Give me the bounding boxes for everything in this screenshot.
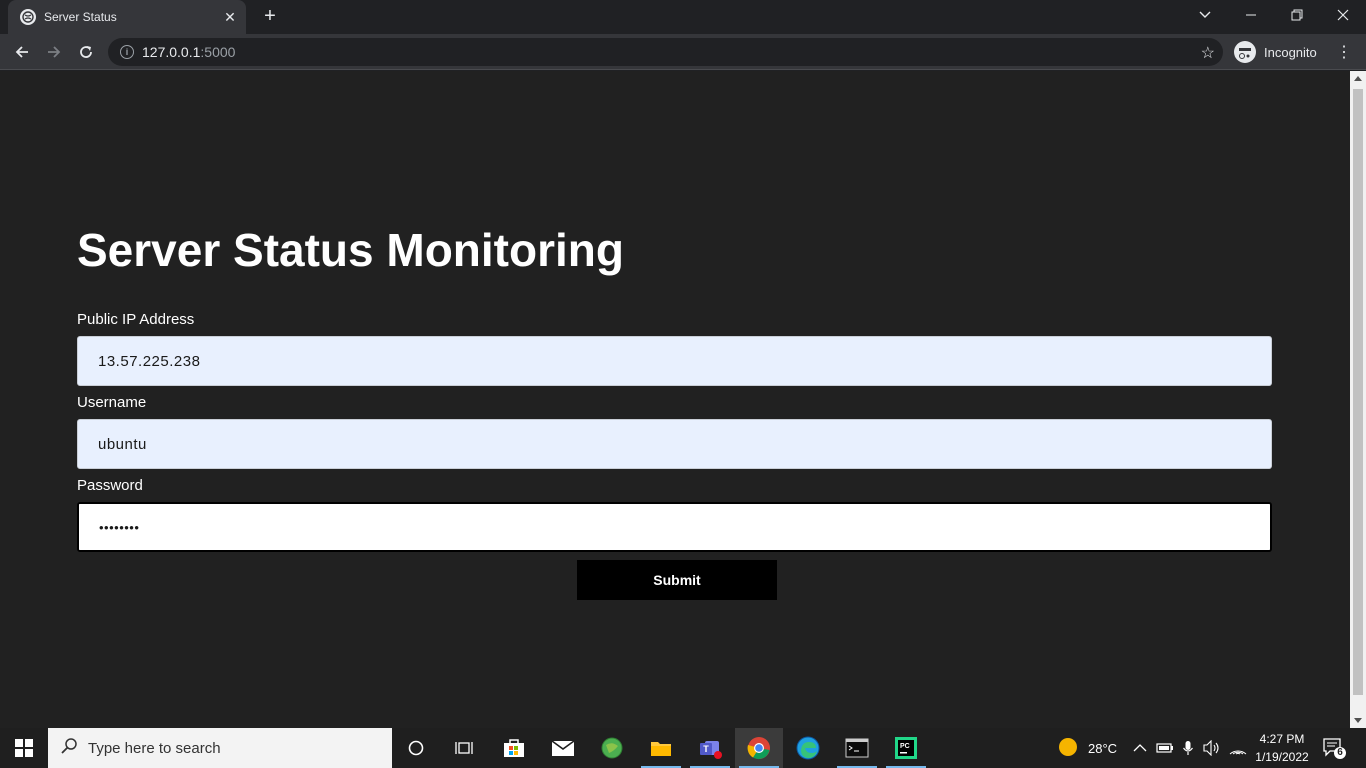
taskbar-search-box[interactable]: Type here to search — [48, 728, 392, 768]
chrome-icon[interactable] — [735, 728, 783, 768]
terminal-icon[interactable] — [833, 728, 881, 768]
ip-address-label: Public IP Address — [77, 311, 195, 328]
weather-temperature: 28°C — [1088, 740, 1118, 756]
sun-icon — [1058, 737, 1078, 760]
teams-icon[interactable]: T — [686, 728, 734, 768]
incognito-profile[interactable]: Incognito — [1234, 41, 1317, 63]
page-title: Server Status Monitoring — [77, 224, 624, 276]
menu-kebab-icon[interactable]: ⋮ — [1336, 42, 1352, 62]
username-label: Username — [77, 394, 147, 411]
volume-icon[interactable] — [1203, 728, 1221, 768]
back-arrow-icon[interactable] — [8, 38, 36, 66]
tab-search-icon[interactable] — [1182, 0, 1228, 30]
page-viewport: Server Status Monitoring Public IP Addre… — [0, 71, 1350, 728]
clock-date: 1/19/2022 — [1255, 750, 1309, 764]
submit-button[interactable]: Submit — [577, 560, 777, 600]
tab-close-icon[interactable]: ✕ — [220, 9, 240, 26]
browser-globe-icon[interactable] — [588, 728, 636, 768]
microsoft-store-icon[interactable] — [490, 728, 538, 768]
reload-icon[interactable] — [72, 38, 100, 66]
window-close-button[interactable] — [1320, 0, 1366, 30]
scroll-down-arrow-icon[interactable] — [1354, 718, 1362, 723]
bookmark-star-icon[interactable]: ☆ — [1201, 43, 1215, 63]
battery-icon[interactable] — [1156, 728, 1174, 768]
password-label: Password — [77, 477, 143, 494]
password-input[interactable]: •••••••• — [77, 502, 1272, 552]
mail-icon[interactable] — [539, 728, 587, 768]
incognito-label: Incognito — [1264, 44, 1317, 60]
ip-address-input[interactable]: 13.57.225.238 — [77, 336, 1272, 386]
browser-toolbar: i 127.0.0.1:5000 ☆ Incognito ⋮ — [0, 34, 1366, 70]
minimize-button[interactable] — [1228, 0, 1274, 30]
cortana-icon[interactable] — [392, 728, 440, 768]
restore-button[interactable] — [1274, 0, 1320, 30]
show-hidden-icons-chevron-icon[interactable] — [1133, 728, 1147, 768]
pycharm-icon[interactable]: PC — [882, 728, 930, 768]
windows-taskbar: Type here to search T PC 28°C 4:27 PM 1/… — [0, 728, 1366, 768]
incognito-icon — [1234, 41, 1256, 63]
clock-time: 4:27 PM — [1259, 732, 1305, 746]
scrollbar-thumb[interactable] — [1353, 89, 1363, 695]
forward-arrow-icon[interactable] — [40, 38, 68, 66]
weather-widget[interactable]: 28°C — [1058, 728, 1117, 768]
microphone-icon[interactable] — [1182, 728, 1194, 768]
new-tab-button[interactable]: + — [259, 6, 281, 28]
notification-center-icon[interactable]: 6 — [1322, 736, 1346, 760]
tab-server-status[interactable]: Server Status ✕ — [8, 0, 246, 34]
url-text: 127.0.0.1:5000 — [142, 44, 235, 60]
scroll-up-arrow-icon[interactable] — [1354, 76, 1362, 81]
site-info-icon[interactable]: i — [120, 45, 134, 59]
svg-text:T: T — [703, 744, 709, 754]
username-input[interactable]: ubuntu — [77, 419, 1272, 469]
tab-title: Server Status — [44, 10, 117, 24]
url-host: 127.0.0.1 — [142, 44, 201, 60]
search-icon — [60, 737, 78, 760]
url-port: :5000 — [200, 44, 236, 60]
browser-tab-strip: Server Status ✕ + — [0, 0, 1366, 34]
globe-icon — [20, 9, 36, 25]
notification-count: 6 — [1337, 747, 1343, 758]
windows-start-icon[interactable] — [0, 728, 48, 768]
edge-icon[interactable] — [784, 728, 832, 768]
file-explorer-icon[interactable] — [637, 728, 685, 768]
address-bar[interactable]: i 127.0.0.1:5000 ☆ — [108, 38, 1223, 66]
search-placeholder: Type here to search — [88, 739, 221, 757]
svg-text:PC: PC — [900, 743, 910, 750]
wifi-icon[interactable] — [1229, 728, 1247, 768]
page-scrollbar[interactable] — [1350, 71, 1366, 728]
system-clock[interactable]: 4:27 PM 1/19/2022 — [1252, 730, 1312, 766]
task-view-icon[interactable] — [440, 728, 488, 768]
